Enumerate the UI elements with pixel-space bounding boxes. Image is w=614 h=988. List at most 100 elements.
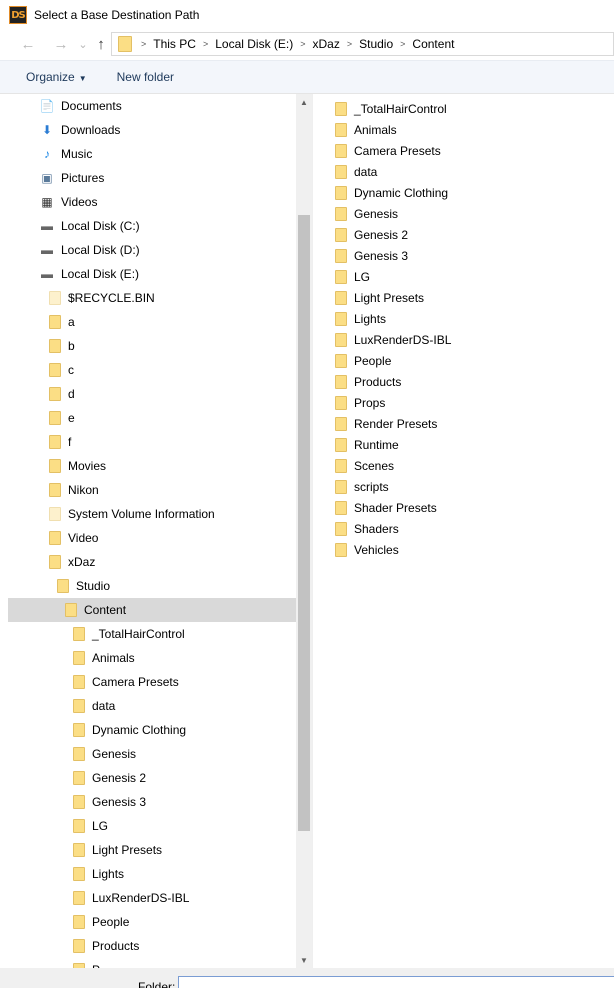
tree-item-label: a (68, 315, 75, 329)
tree-item-data[interactable]: data (8, 694, 296, 718)
folder-item-label: Light Presets (354, 290, 425, 305)
tree-item-light-presets[interactable]: Light Presets (8, 838, 296, 862)
folder-item-genesis-2[interactable]: Genesis 2 (335, 224, 408, 245)
tree-item-animals[interactable]: Animals (8, 646, 296, 670)
tree-item-camera-presets[interactable]: Camera Presets (8, 670, 296, 694)
folder-item-scenes[interactable]: Scenes (335, 455, 394, 476)
folder-item-render-presets[interactable]: Render Presets (335, 413, 437, 434)
folder-input[interactable] (178, 976, 614, 988)
tree-item-local-disk-e[interactable]: ▬ Local Disk (E:) (8, 262, 296, 286)
folder-item-runtime[interactable]: Runtime (335, 434, 399, 455)
folder-item-dynamic-clothing[interactable]: Dynamic Clothing (335, 182, 448, 203)
tree-item-content[interactable]: Content (8, 598, 296, 622)
tree-item-c[interactable]: c (8, 358, 296, 382)
tree-item-p[interactable]: P (8, 958, 296, 968)
folder-icon (335, 206, 347, 221)
breadcrumb-xdaz[interactable]: xDaz (309, 37, 344, 51)
folder-item-totalhaircontrol[interactable]: _TotalHairControl (335, 98, 447, 119)
back-arrow-icon[interactable]: ← (17, 33, 39, 55)
folder-item-camera-presets[interactable]: Camera Presets (335, 140, 441, 161)
folder-item-products[interactable]: Products (335, 371, 401, 392)
folder-icon (49, 531, 61, 545)
tree-item-f[interactable]: f (8, 430, 296, 454)
tree-item-system-volume-information[interactable]: System Volume Information (8, 502, 296, 526)
folder-icon (335, 290, 347, 305)
chevron-right-icon[interactable]: > (344, 39, 355, 49)
tree-item-people[interactable]: People (8, 910, 296, 934)
tree-item-nikon[interactable]: Nikon (8, 478, 296, 502)
navigation-pane: 📄 Documents ⬇ Downloads ♪ Music ▣ Pictures ▦ Vide… (8, 94, 312, 968)
chevron-right-icon[interactable]: > (397, 39, 408, 49)
tree-item-music[interactable]: ♪ Music (8, 142, 296, 166)
scrollbar-thumb[interactable] (298, 215, 310, 831)
tree-item-videos[interactable]: ▦ Videos (8, 190, 296, 214)
folder-item-lg[interactable]: LG (335, 266, 370, 287)
folder-icon (73, 627, 85, 641)
breadcrumb-content[interactable]: Content (408, 37, 458, 51)
folder-icon (73, 723, 85, 737)
drive-d-icon: ▬ (41, 243, 53, 257)
tree-item-a[interactable]: a (8, 310, 296, 334)
tree-item-local-disk-c[interactable]: ▬ Local Disk (C:) (8, 214, 296, 238)
drive-c-icon: ▬ (41, 219, 53, 233)
tree-item-e[interactable]: e (8, 406, 296, 430)
folder-item-animals[interactable]: Animals (335, 119, 397, 140)
up-arrow-icon[interactable]: ↑ (90, 33, 112, 55)
folder-item-light-presets[interactable]: Light Presets (335, 287, 424, 308)
tree-item-label: f (68, 435, 72, 449)
tree-item-movies[interactable]: Movies (8, 454, 296, 478)
folder-item-shaders[interactable]: Shaders (335, 518, 399, 539)
chevron-right-icon[interactable]: > (138, 39, 149, 49)
tree-item-luxrenderds-ibl[interactable]: LuxRenderDS-IBL (8, 886, 296, 910)
folder-item-luxrenderds-ibl[interactable]: LuxRenderDS-IBL (335, 329, 451, 350)
tree-item-local-disk-d[interactable]: ▬ Local Disk (D:) (8, 238, 296, 262)
tree-item-label: LG (92, 819, 109, 833)
folder-item-shader-presets[interactable]: Shader Presets (335, 497, 437, 518)
tree-item-b[interactable]: b (8, 334, 296, 358)
tree-item-dynamic-clothing[interactable]: Dynamic Clothing (8, 718, 296, 742)
tree-item-totalhaircontrol[interactable]: _TotalHairControl (8, 622, 296, 646)
tree-item-genesis-2[interactable]: Genesis 2 (8, 766, 296, 790)
breadcrumb-local-disk-e[interactable]: Local Disk (E:) (211, 37, 297, 51)
folder-item-vehicles[interactable]: Vehicles (335, 539, 399, 560)
tree-item-genesis[interactable]: Genesis (8, 742, 296, 766)
pictures-icon: ▣ (41, 171, 53, 185)
tree-item-documents[interactable]: 📄 Documents (8, 94, 296, 118)
folder-item-label: Props (354, 395, 386, 410)
navigation-pane-scrollbar[interactable]: ▲ ▼ (296, 94, 312, 968)
folder-icon (335, 500, 347, 515)
tree-item-recycle-bin[interactable]: $RECYCLE.BIN (8, 286, 296, 310)
tree-item-downloads[interactable]: ⬇ Downloads (8, 118, 296, 142)
address-bar[interactable]: > This PC > Local Disk (E:) > xDaz > Stu… (111, 32, 614, 56)
tree-item-lg[interactable]: LG (8, 814, 296, 838)
scroll-down-arrow-icon[interactable]: ▼ (296, 952, 312, 968)
folder-icon (335, 374, 347, 389)
new-folder-button[interactable]: New folder (109, 70, 182, 84)
folder-item-data[interactable]: data (335, 161, 377, 182)
tree-item-d[interactable]: d (8, 382, 296, 406)
folder-item-label: Genesis 2 (354, 227, 409, 242)
tree-item-xdaz[interactable]: xDaz (8, 550, 296, 574)
folder-item-label: Genesis (354, 206, 399, 221)
folder-item-scripts[interactable]: scripts (335, 476, 389, 497)
breadcrumb-this-pc[interactable]: This PC (149, 37, 200, 51)
chevron-right-icon[interactable]: > (297, 39, 308, 49)
tree-item-pictures[interactable]: ▣ Pictures (8, 166, 296, 190)
chevron-right-icon[interactable]: > (200, 39, 211, 49)
breadcrumb-studio[interactable]: Studio (355, 37, 397, 51)
folder-icon (335, 353, 347, 368)
forward-arrow-icon[interactable]: → (50, 33, 72, 55)
folder-item-props[interactable]: Props (335, 392, 385, 413)
folder-item-lights[interactable]: Lights (335, 308, 386, 329)
tree-item-genesis-3[interactable]: Genesis 3 (8, 790, 296, 814)
tree-item-label: Genesis (92, 747, 137, 761)
folder-item-people[interactable]: People (335, 350, 391, 371)
tree-item-studio[interactable]: Studio (8, 574, 296, 598)
organize-button[interactable]: Organize ▼ (18, 70, 95, 84)
folder-item-genesis[interactable]: Genesis (335, 203, 398, 224)
folder-item-genesis-3[interactable]: Genesis 3 (335, 245, 408, 266)
tree-item-lights[interactable]: Lights (8, 862, 296, 886)
tree-item-video[interactable]: Video (8, 526, 296, 550)
tree-item-products[interactable]: Products (8, 934, 296, 958)
scroll-up-arrow-icon[interactable]: ▲ (296, 94, 312, 110)
